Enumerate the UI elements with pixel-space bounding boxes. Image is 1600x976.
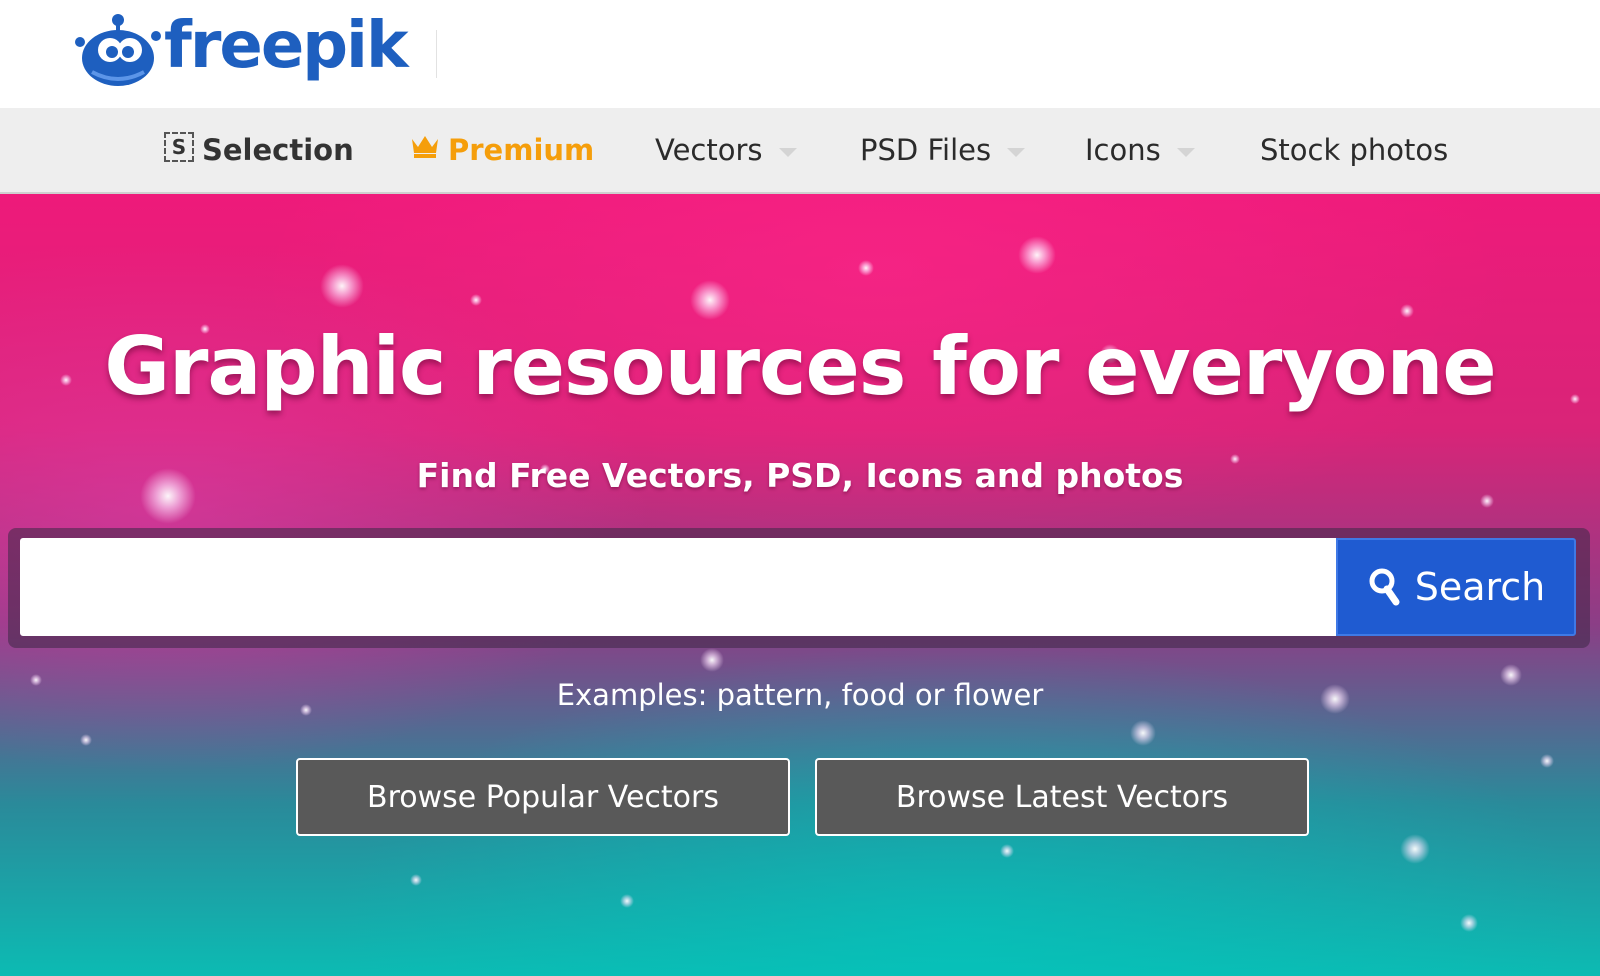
search-bar: Search [8,528,1590,648]
chevron-down-icon [1176,147,1195,157]
nav-item-icons[interactable]: Icons [1085,108,1195,192]
search-button-label: Search [1414,565,1546,609]
chevron-down-icon [778,147,797,157]
freepik-logo[interactable]: freepik [72,6,412,92]
main-nav: S Selection Premium Vectors PSD Files Ic… [0,108,1600,194]
browse-popular-vectors-button[interactable]: Browse Popular Vectors [296,758,790,836]
site-header: freepik [0,0,1600,108]
nav-item-label: Stock photos [1260,133,1449,167]
hero-headline: Graphic resources for everyone [104,320,1496,413]
search-icon [1369,568,1400,606]
selection-icon: S [164,132,194,162]
nav-item-vectors[interactable]: Vectors [655,108,797,192]
header-divider [436,30,437,78]
nav-item-label: PSD Files [860,133,992,167]
hero-section: Graphic resources for everyone Find Free… [0,194,1600,976]
nav-item-label: Selection [202,133,354,167]
nav-item-label: Icons [1085,133,1161,167]
freepik-mascot-icon [75,14,161,86]
nav-item-psd-files[interactable]: PSD Files [860,108,1026,192]
button-label: Browse Latest Vectors [895,779,1229,815]
nav-item-label: Vectors [655,133,763,167]
crown-icon [412,136,438,158]
button-label: Browse Popular Vectors [366,779,720,815]
chevron-down-icon [1007,147,1026,157]
browse-latest-vectors-button[interactable]: Browse Latest Vectors [815,758,1309,836]
search-input[interactable] [20,538,1342,636]
nav-item-selection[interactable]: S Selection [164,108,354,192]
nav-item-premium[interactable]: Premium [410,108,594,192]
nav-item-label: Premium [448,133,595,167]
logo-wordmark: freepik [164,9,409,83]
search-examples: Examples: pattern, food or flower [556,678,1044,712]
hero-subheadline: Find Free Vectors, PSD, Icons and photos [416,456,1184,495]
search-button[interactable]: Search [1336,538,1576,636]
nav-item-stock-photos[interactable]: Stock photos [1260,108,1448,192]
